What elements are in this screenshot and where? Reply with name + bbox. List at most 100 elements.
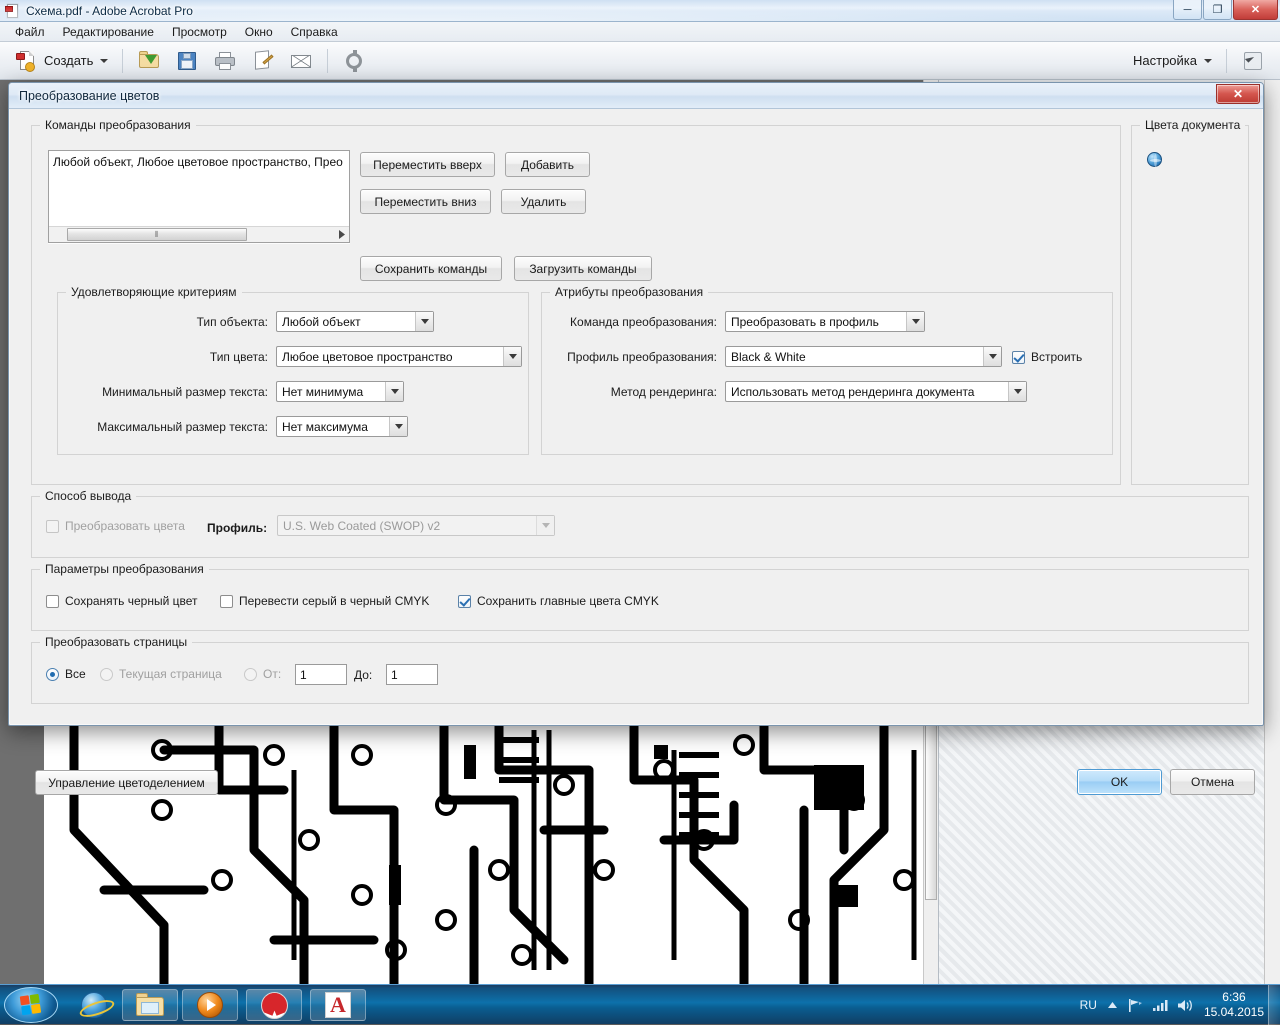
taskbar-clock[interactable]: 6:36 15.04.2015 [1204, 990, 1264, 1020]
show-hidden-icons-icon[interactable] [1107, 1001, 1118, 1010]
dialog-close-button[interactable]: ✕ [1216, 84, 1260, 104]
embed-profile-checkbox[interactable]: Встроить [1012, 350, 1082, 364]
radio-circle[interactable] [244, 667, 257, 681]
menu-window[interactable]: Окно [236, 23, 282, 41]
arrow-left-icon[interactable]: arrow-left-icon [49, 227, 65, 242]
color-conversion-dialog: Преобразование цветов ✕ Команды преобраз… [8, 82, 1264, 795]
cancel-button[interactable]: Отмена [1170, 769, 1255, 795]
add-button[interactable]: Добавить [505, 152, 590, 177]
chevron-down-icon[interactable] [983, 347, 1001, 366]
tray-language-indicator[interactable]: RU [1080, 998, 1097, 1012]
pages-current-radio[interactable]: Текущая страница [100, 667, 222, 681]
taskbar-yandex-browser[interactable] [246, 989, 302, 1021]
checkbox-box[interactable] [46, 594, 59, 608]
open-file-button[interactable] [130, 46, 168, 76]
rendering-intent-combobox[interactable]: Использовать метод рендеринга документа [725, 381, 1027, 402]
tools-panel-scrollbar[interactable] [1264, 80, 1280, 984]
sign-button[interactable] [244, 46, 282, 76]
pages-to-input[interactable]: 1 [386, 664, 438, 685]
listbox-horizontal-scrollbar[interactable]: arrow-left-icon ⦀ [49, 226, 349, 242]
color-globe-icon[interactable] [1147, 152, 1162, 167]
minimize-button[interactable]: ─ [1173, 0, 1202, 20]
scrollbar-thumb[interactable]: ⦀ [67, 228, 247, 241]
acrobat-document-icon [5, 3, 21, 19]
remove-button[interactable]: Удалить [501, 189, 586, 214]
close-button[interactable]: ✕ [1233, 0, 1278, 20]
chevron-down-icon[interactable] [415, 312, 433, 331]
taskbar-adobe-acrobat[interactable]: A [310, 989, 366, 1021]
color-type-label: Тип цвета: [209, 350, 268, 364]
arrow-right-icon[interactable] [333, 227, 349, 242]
taskbar-internet-explorer[interactable] [66, 989, 122, 1021]
taskbar-file-explorer[interactable] [122, 989, 178, 1021]
preserve-cmyk-primaries-checkbox[interactable]: Сохранить главные цвета CMYK [458, 594, 659, 608]
save-commands-button[interactable]: Сохранить команды [360, 256, 502, 281]
chevron-down-icon[interactable] [906, 312, 924, 331]
checkbox-box[interactable] [46, 519, 59, 533]
chevron-down-icon[interactable] [1008, 382, 1026, 401]
gray-to-cmyk-black-checkbox[interactable]: Перевести серый в черный CMYK [220, 594, 429, 608]
convert-colors-checkbox[interactable]: Преобразовать цвета [46, 519, 185, 533]
expand-panel-button[interactable] [1234, 46, 1272, 76]
signal-bars-icon[interactable] [1152, 999, 1168, 1011]
show-desktop-button[interactable] [1268, 985, 1280, 1025]
scrollbar-track[interactable]: ⦀ [65, 227, 333, 242]
dialog-titlebar: Преобразование цветов ✕ [9, 83, 1263, 109]
taskbar-media-player[interactable] [182, 989, 238, 1021]
color-type-value: Любое цветовое пространство [282, 349, 453, 364]
list-item[interactable]: Любой объект, Любое цветовое пространств… [53, 155, 347, 169]
clock-time: 6:36 [1222, 990, 1246, 1004]
email-envelope-icon [289, 49, 313, 73]
conversion-profile-combobox[interactable]: Black & White [725, 346, 1002, 367]
load-commands-button[interactable]: Загрузить команды [514, 256, 652, 281]
output-profile-label: Профиль: [207, 521, 268, 535]
move-up-button[interactable]: Переместить вверх [360, 152, 495, 177]
windows-start-orb[interactable] [4, 987, 58, 1023]
menu-help[interactable]: Справка [282, 23, 347, 41]
preferences-button[interactable] [335, 46, 373, 76]
radio-circle[interactable] [46, 667, 59, 681]
object-type-combobox[interactable]: Любой объект [276, 311, 434, 332]
preserve-cmyk-primaries-label: Сохранить главные цвета CMYK [477, 594, 659, 608]
restore-button[interactable]: ❐ [1203, 0, 1232, 20]
pages-from-input[interactable]: 1 [295, 664, 347, 685]
menu-edit[interactable]: Редактирование [54, 23, 163, 41]
volume-icon[interactable] [1177, 999, 1194, 1012]
min-text-size-combobox[interactable]: Нет минимума [276, 381, 404, 402]
conversion-commands-listbox[interactable]: Любой объект, Любое цветовое пространств… [48, 150, 350, 243]
save-button[interactable] [168, 46, 206, 76]
chevron-down-icon[interactable] [503, 347, 521, 366]
print-button[interactable] [206, 46, 244, 76]
document-colors-legend: Цвета документа [1140, 118, 1246, 132]
menu-view[interactable]: Просмотр [163, 23, 236, 41]
output-profile-value: U.S. Web Coated (SWOP) v2 [283, 518, 441, 533]
output-intent-legend: Способ вывода [40, 489, 137, 503]
pages-all-radio[interactable]: Все [46, 667, 86, 681]
network-icon[interactable] [1128, 998, 1143, 1012]
checkbox-box[interactable] [458, 594, 471, 608]
chevron-down-icon[interactable] [389, 417, 407, 436]
output-profile-combobox[interactable]: U.S. Web Coated (SWOP) v2 [277, 515, 555, 536]
settings-menu-button[interactable]: Настройка [1126, 46, 1219, 76]
chevron-down-icon[interactable] [385, 382, 403, 401]
radio-circle[interactable] [100, 667, 113, 681]
conversion-commands-legend: Команды преобразования [40, 118, 196, 132]
ink-manager-button[interactable]: Управление цветоделением [35, 770, 218, 795]
ok-button[interactable]: OK [1077, 769, 1162, 795]
color-type-combobox[interactable]: Любое цветовое пространство [276, 346, 522, 367]
clock-date: 15.04.2015 [1203, 1005, 1264, 1019]
conversion-command-combobox[interactable]: Преобразовать в профиль [725, 311, 925, 332]
email-button[interactable] [282, 46, 320, 76]
menu-file[interactable]: Файл [6, 23, 54, 41]
preserve-black-checkbox[interactable]: Сохранять черный цвет [46, 594, 198, 608]
checkbox-box[interactable] [220, 594, 233, 608]
pages-range-radio[interactable]: От: [244, 667, 281, 681]
toolbar-separator-2 [327, 48, 329, 73]
move-down-button[interactable]: Переместить вниз [360, 189, 491, 214]
chevron-down-icon[interactable] [536, 516, 554, 535]
conversion-command-value: Преобразовать в профиль [731, 314, 879, 329]
max-text-size-combobox[interactable]: Нет максимума [276, 416, 408, 437]
gear-icon [342, 49, 366, 73]
create-pdf-button[interactable]: Создать [8, 46, 115, 76]
checkbox-box[interactable] [1012, 350, 1025, 364]
